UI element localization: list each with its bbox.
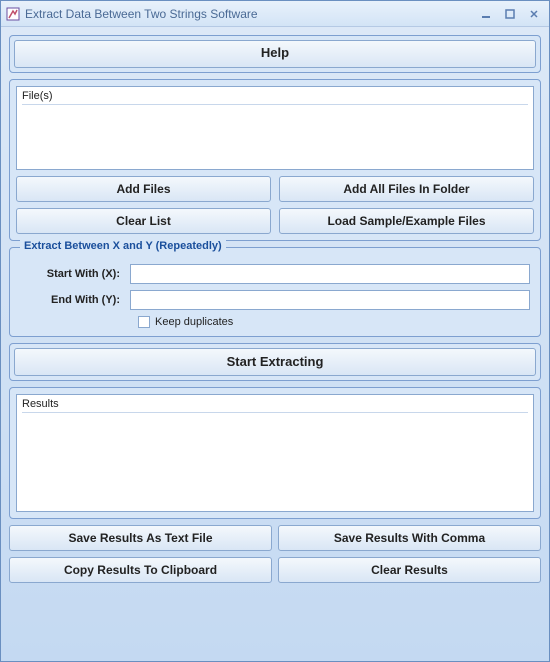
extract-legend: Extract Between X and Y (Repeatedly): [20, 240, 226, 252]
results-listbox[interactable]: Results: [16, 394, 534, 512]
results-buttons: Save Results As Text File Save Results W…: [9, 525, 541, 583]
results-header: Results: [22, 398, 528, 413]
start-with-label: Start With (X):: [20, 268, 130, 280]
keep-duplicates-label: Keep duplicates: [155, 316, 233, 328]
clear-list-button[interactable]: Clear List: [16, 208, 271, 234]
load-sample-files-button[interactable]: Load Sample/Example Files: [279, 208, 534, 234]
start-with-row: Start With (X):: [20, 264, 530, 284]
files-listbox[interactable]: File(s): [16, 86, 534, 170]
start-with-input[interactable]: [130, 264, 530, 284]
window-title: Extract Data Between Two Strings Softwar…: [25, 7, 473, 21]
keep-duplicates-row: Keep duplicates: [138, 316, 530, 328]
end-with-input[interactable]: [130, 290, 530, 310]
titlebar[interactable]: Extract Data Between Two Strings Softwar…: [1, 1, 549, 27]
copy-results-clipboard-button[interactable]: Copy Results To Clipboard: [9, 557, 272, 583]
app-icon: [5, 6, 21, 22]
help-button[interactable]: Help: [14, 40, 536, 68]
minimize-button[interactable]: [475, 5, 497, 23]
save-results-comma-button[interactable]: Save Results With Comma: [278, 525, 541, 551]
end-with-label: End With (Y):: [20, 294, 130, 306]
close-button[interactable]: [523, 5, 545, 23]
add-all-files-in-folder-button[interactable]: Add All Files In Folder: [279, 176, 534, 202]
client-area: Help File(s) Add Files Add All Files In …: [1, 27, 549, 661]
clear-results-button[interactable]: Clear Results: [278, 557, 541, 583]
extract-options-panel: Extract Between X and Y (Repeatedly) Sta…: [9, 247, 541, 337]
start-panel: Start Extracting: [9, 343, 541, 381]
keep-duplicates-checkbox[interactable]: [138, 316, 150, 328]
app-window: Extract Data Between Two Strings Softwar…: [0, 0, 550, 662]
files-panel: File(s) Add Files Add All Files In Folde…: [9, 79, 541, 241]
results-panel: Results: [9, 387, 541, 519]
end-with-row: End With (Y):: [20, 290, 530, 310]
maximize-button[interactable]: [499, 5, 521, 23]
files-row-2: Clear List Load Sample/Example Files: [16, 208, 534, 234]
add-files-button[interactable]: Add Files: [16, 176, 271, 202]
save-results-text-button[interactable]: Save Results As Text File: [9, 525, 272, 551]
help-panel: Help: [9, 35, 541, 73]
files-header: File(s): [22, 90, 528, 105]
files-row-1: Add Files Add All Files In Folder: [16, 176, 534, 202]
start-extracting-button[interactable]: Start Extracting: [14, 348, 536, 376]
